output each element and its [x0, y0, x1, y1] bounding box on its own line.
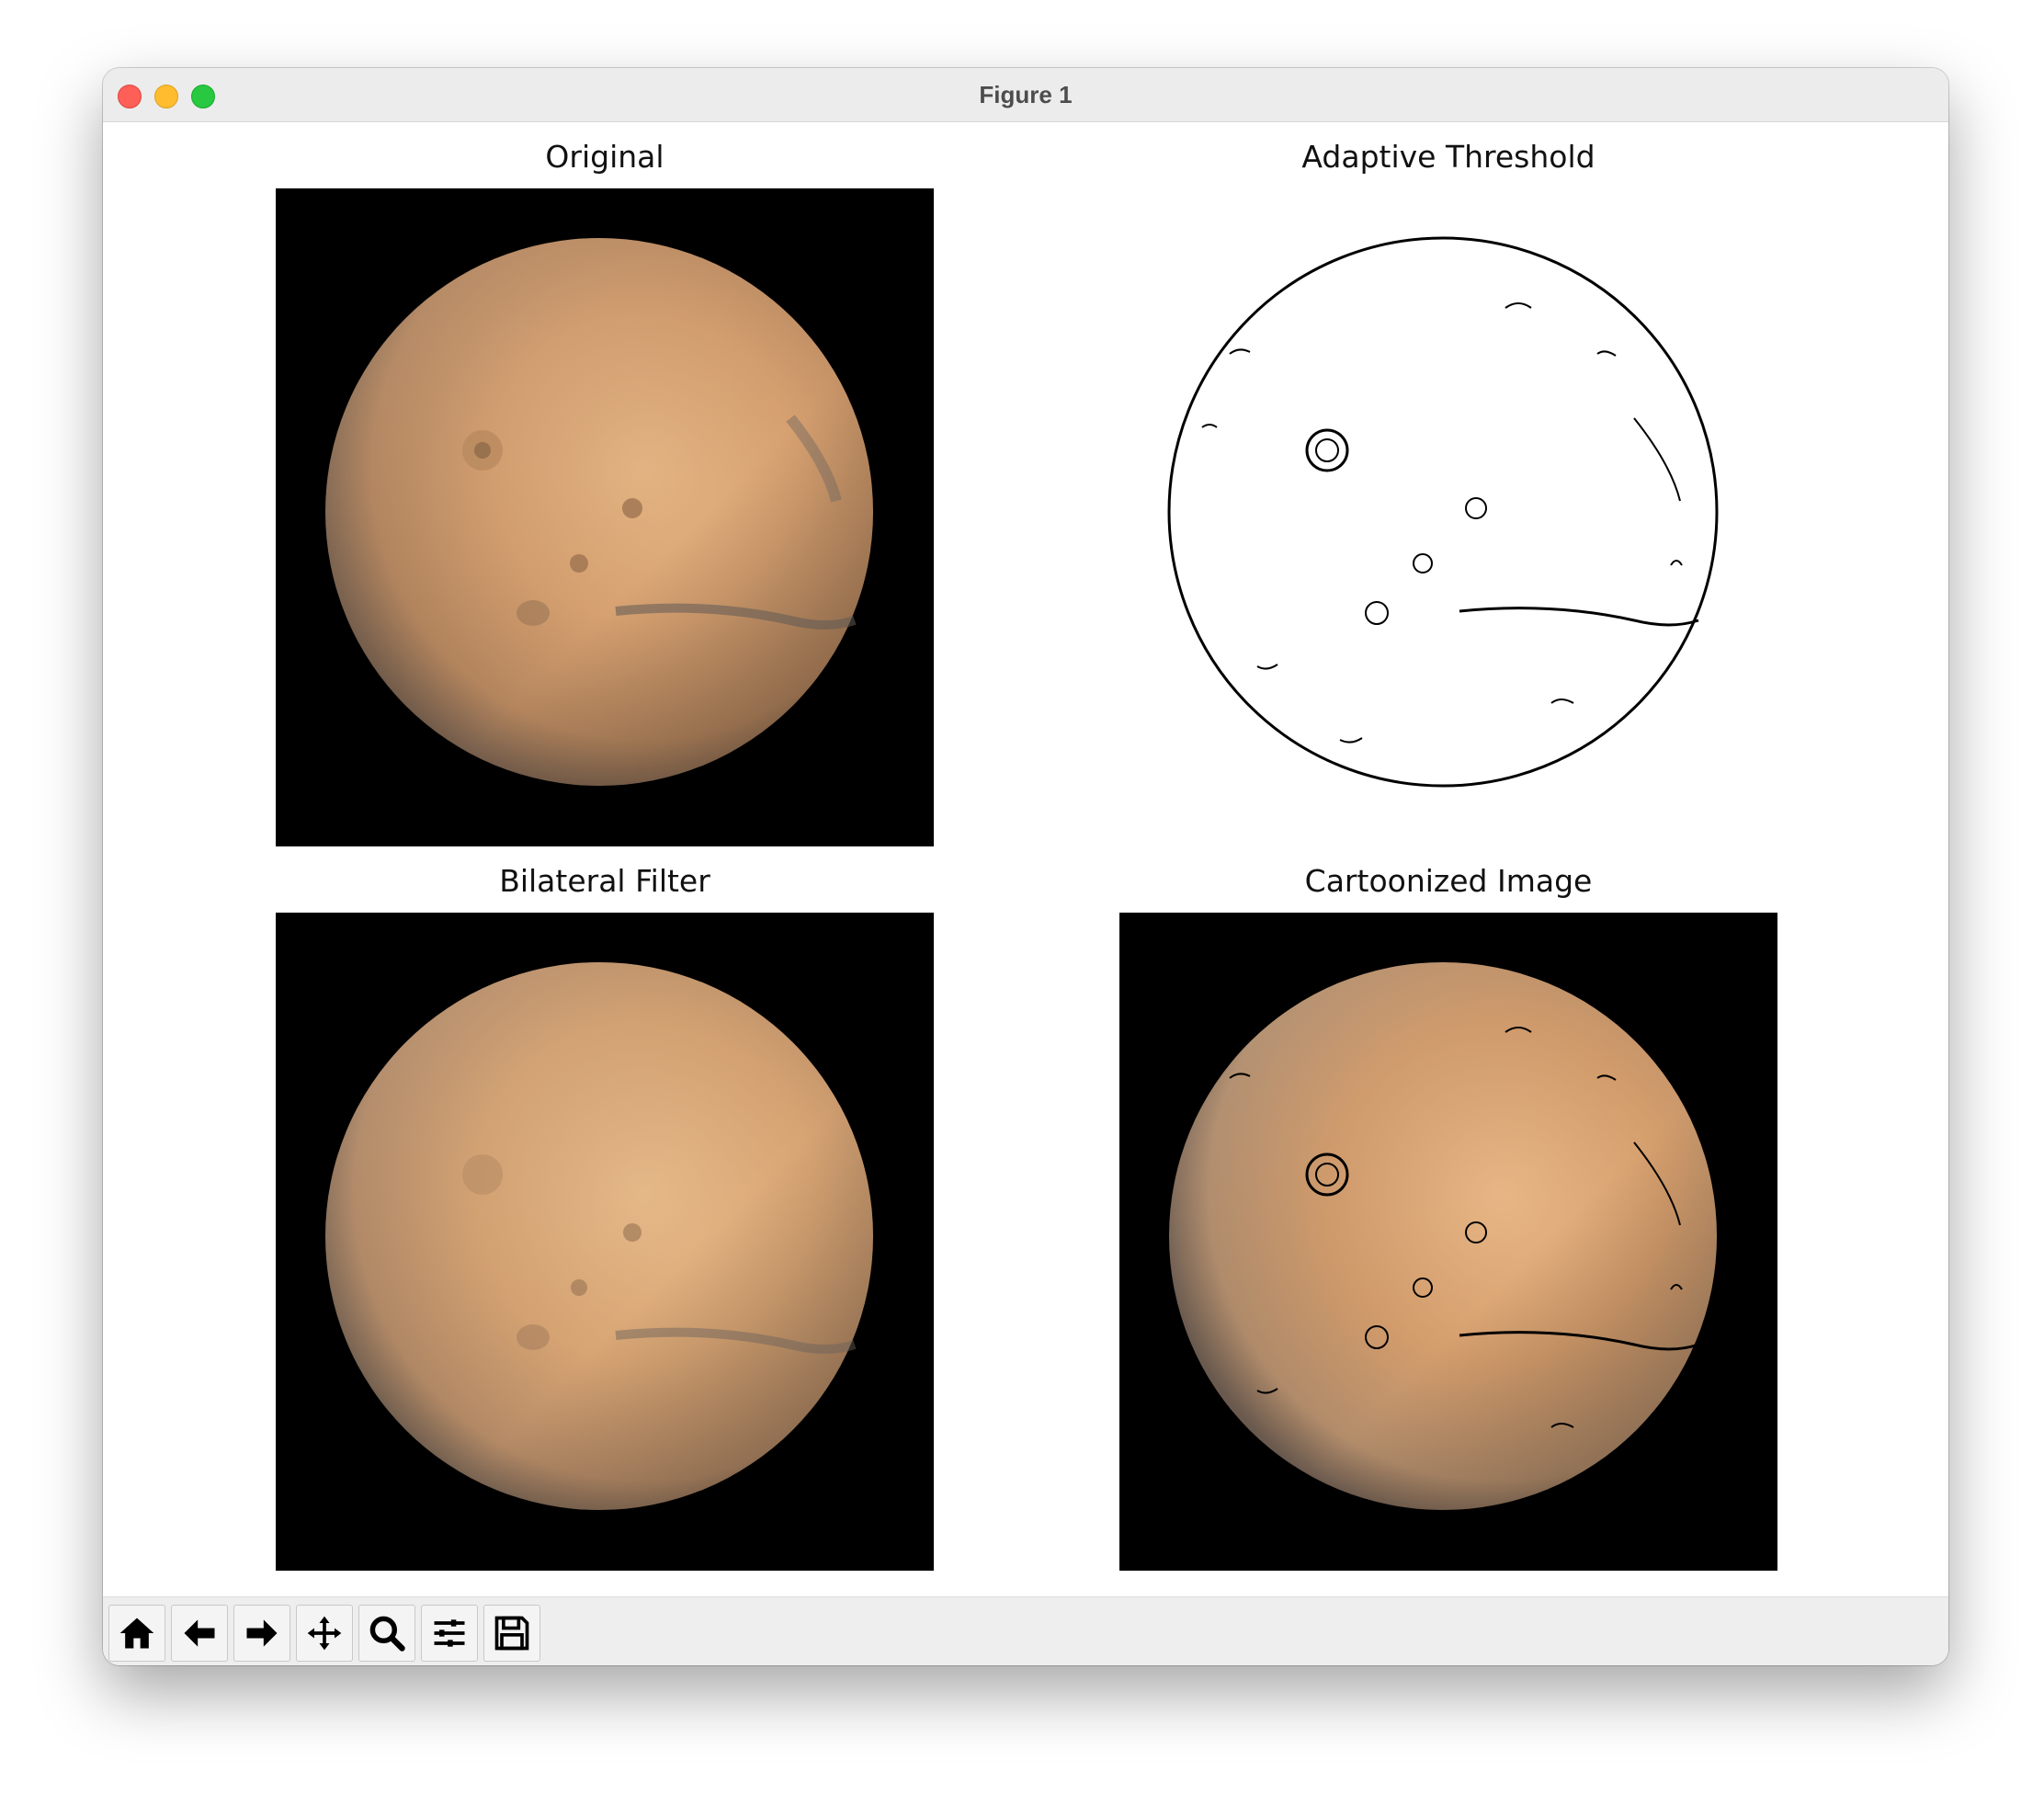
zoom-button[interactable]	[358, 1605, 415, 1662]
figure-window: Figure 1 Original Adaptive Threshold Bil…	[103, 68, 1948, 1665]
pan-move-icon	[307, 1616, 342, 1651]
forward-button[interactable]	[233, 1605, 290, 1662]
window-title: Figure 1	[979, 81, 1073, 108]
adaptive-threshold-image[interactable]	[1119, 188, 1777, 846]
figure-canvas: Original Adaptive Threshold Bilateral Fi…	[103, 122, 1948, 1593]
title-bar: Figure 1	[103, 68, 1948, 122]
home-icon	[119, 1618, 154, 1649]
back-button[interactable]	[171, 1605, 228, 1662]
save-button[interactable]	[483, 1605, 540, 1662]
save-floppy-icon	[494, 1616, 529, 1651]
forward-arrow-icon	[246, 1619, 278, 1647]
pan-button[interactable]	[296, 1605, 353, 1662]
configure-subplots-icon	[434, 1619, 465, 1647]
matplotlib-toolbar	[103, 1596, 1948, 1665]
panel-title-bilateral-filter: Bilateral Filter	[499, 863, 710, 899]
panel-title-original: Original	[545, 139, 664, 175]
panel-title-adaptive-threshold: Adaptive Threshold	[1301, 139, 1595, 175]
configure-subplots-button[interactable]	[421, 1605, 478, 1662]
back-arrow-icon	[184, 1619, 215, 1647]
cartoonized-image[interactable]	[1119, 913, 1777, 1571]
panel-title-cartoonized-image: Cartoonized Image	[1304, 863, 1593, 899]
original-image[interactable]	[276, 188, 934, 846]
home-button[interactable]	[108, 1605, 165, 1662]
bilateral-filter-image[interactable]	[276, 913, 934, 1571]
zoom-magnifier-icon	[369, 1616, 405, 1652]
